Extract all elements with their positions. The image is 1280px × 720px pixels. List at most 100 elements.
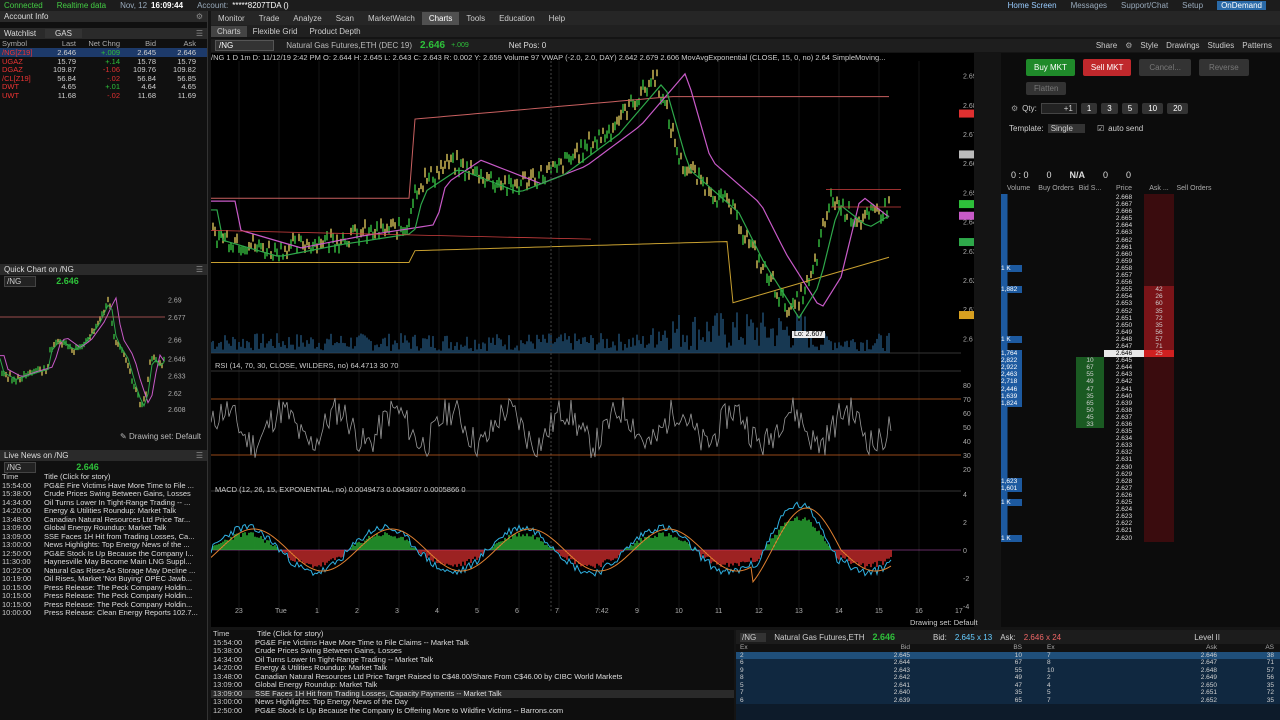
ladder-ask-size[interactable] (1144, 385, 1174, 393)
ladder-sell-orders[interactable] (1174, 393, 1214, 400)
ladder-row[interactable]: 2.657 (1001, 272, 1280, 280)
ladder-buy-orders[interactable] (1036, 492, 1076, 499)
news-item[interactable]: 10:19:00 Oil Rises, Market 'Not Buying' O… (0, 575, 207, 584)
ladder-buy-orders[interactable] (1036, 258, 1076, 265)
news-item[interactable]: 15:38:00 Crude Prices Swing Between Gains… (211, 647, 734, 656)
ladder-row[interactable]: 2.665 (1001, 215, 1280, 223)
ladder-sell-orders[interactable] (1174, 513, 1214, 520)
ladder-bid-size[interactable] (1076, 329, 1104, 336)
ladder-bid-size[interactable] (1076, 442, 1104, 449)
ladder-col-sell[interactable]: Sell Orders (1174, 185, 1214, 194)
news-col-title[interactable]: Title (Click for story) (44, 473, 110, 482)
ladder-buy-orders[interactable] (1036, 464, 1076, 471)
news-item[interactable]: 13:48:00 Canadian Natural Resources Ltd P… (211, 673, 734, 682)
ladder-sell-orders[interactable] (1174, 279, 1214, 286)
account-selector[interactable]: *****8207TDA () (232, 1, 288, 10)
ladder-row[interactable]: 45 2.637 (1001, 413, 1280, 421)
ladder-row[interactable]: 2.663 (1001, 229, 1280, 237)
bottom-news-col-time[interactable]: Time (211, 630, 255, 639)
ladder-buy-orders[interactable] (1036, 357, 1076, 364)
qty-1-button[interactable]: 1 (1080, 102, 1098, 114)
col-net-chng[interactable]: Net Chng (78, 39, 122, 48)
ladder-col-ask[interactable]: Ask ... (1144, 185, 1174, 194)
watchlist-selector[interactable]: GAS (45, 29, 82, 38)
ladder-ask-size[interactable] (1144, 257, 1174, 265)
watchlist-row[interactable]: UWT 11.68 -.02 11.68 11.69 (0, 91, 207, 100)
ladder-buy-orders[interactable] (1036, 251, 1076, 258)
ladder-bid-size[interactable] (1076, 194, 1104, 201)
ladder-buy-orders[interactable] (1036, 315, 1076, 322)
news-item[interactable]: 10:15:00 Press Release: The Peck Company … (0, 592, 207, 601)
level2-row[interactable]: 7 2.640 35 5 2.651 72 (736, 689, 1280, 697)
ladder-buy-orders[interactable] (1036, 265, 1076, 272)
menu-icon[interactable]: ☰ (196, 451, 207, 460)
ladder-ask-size[interactable] (1144, 470, 1174, 478)
ladder-buy-orders[interactable] (1036, 371, 1076, 378)
ladder-buy-orders[interactable] (1036, 386, 1076, 393)
tab-scan[interactable]: Scan (329, 12, 361, 25)
ladder-bid-size[interactable]: 50 (1076, 406, 1104, 414)
ladder-sell-orders[interactable] (1174, 499, 1214, 506)
ladder-buy-orders[interactable] (1036, 364, 1076, 371)
qty-20-button[interactable]: 20 (1167, 102, 1189, 114)
ladder-ask-size[interactable] (1144, 357, 1174, 365)
ladder-row[interactable]: 2.624 (1001, 506, 1280, 514)
ladder-row[interactable]: 2.632 (1001, 449, 1280, 457)
tab-help[interactable]: Help (542, 12, 572, 25)
ladder-row[interactable]: 2.633 (1001, 442, 1280, 450)
ladder-bid-size[interactable] (1076, 322, 1104, 329)
ladder-sell-orders[interactable] (1174, 520, 1214, 527)
ladder-bid-size[interactable]: 67 (1076, 364, 1104, 372)
ladder-ask-size[interactable] (1144, 449, 1174, 457)
ladder-buy-orders[interactable] (1036, 237, 1076, 244)
ladder-ask-size[interactable] (1144, 435, 1174, 443)
ladder-row[interactable]: 2.660 (1001, 250, 1280, 258)
ladder-row[interactable]: 2,463 55 2.643 (1001, 371, 1280, 379)
tab-marketwatch[interactable]: MarketWatch (361, 12, 422, 25)
ladder-sell-orders[interactable] (1174, 414, 1214, 421)
ladder-bid-size[interactable] (1076, 513, 1104, 520)
ladder-row[interactable]: 2.621 (1001, 527, 1280, 535)
news-item[interactable]: 14:34:00 Oil Turns Lower In Tight-Range T… (0, 499, 207, 508)
ladder-sell-orders[interactable] (1174, 357, 1214, 364)
ladder-ask-size[interactable] (1144, 229, 1174, 237)
ladder-row[interactable]: 2.666 (1001, 208, 1280, 216)
ladder-ask-size[interactable] (1144, 364, 1174, 372)
ladder-buy-orders[interactable] (1036, 414, 1076, 421)
ladder-ask-size[interactable] (1144, 378, 1174, 386)
ladder-sell-orders[interactable] (1174, 286, 1214, 293)
ladder-buy-orders[interactable] (1036, 201, 1076, 208)
ladder-ask-size[interactable] (1144, 506, 1174, 514)
ladder-ask-size[interactable] (1144, 371, 1174, 379)
ladder-ask-size[interactable] (1144, 222, 1174, 230)
buy-mkt-button[interactable]: Buy MKT (1026, 58, 1075, 76)
ladder-row[interactable]: 1 K 2.658 (1001, 264, 1280, 273)
watchlist-row[interactable]: DWT 4.65 +.01 4.64 4.65 (0, 82, 207, 91)
ladder-row[interactable]: 2.631 (1001, 456, 1280, 464)
ladder-sell-orders[interactable] (1174, 421, 1214, 428)
news-item[interactable]: 10:00:00 Press Release: Clean Energy Repo… (0, 609, 207, 618)
ladder-bid-size[interactable]: 55 (1076, 371, 1104, 379)
qty-10-button[interactable]: 10 (1142, 102, 1164, 114)
ladder-bid-size[interactable] (1076, 265, 1104, 272)
ladder-ask-size[interactable]: 25 (1144, 350, 1174, 358)
news-item[interactable]: 13:00:00 News Highlights: Top Energy News… (211, 698, 734, 707)
ladder-ask-size[interactable] (1144, 499, 1174, 507)
ladder-bid-size[interactable] (1076, 215, 1104, 222)
news-item[interactable]: 14:34:00 Oil Turns Lower In Tight-Range T… (211, 656, 734, 665)
ladder-bid-size[interactable] (1076, 308, 1104, 315)
ladder-row[interactable]: 2,922 67 2.644 (1001, 364, 1280, 372)
ladder-bid-size[interactable] (1076, 485, 1104, 492)
price-chart-canvas[interactable]: 2.692.682.672.662.652.642.632.622.612.68… (210, 53, 981, 627)
ladder-sell-orders[interactable] (1174, 442, 1214, 449)
ladder-ask-size[interactable] (1144, 491, 1174, 500)
tab-analyze[interactable]: Analyze (286, 12, 328, 25)
ladder-row[interactable]: 1,764 2.646 25 (1001, 350, 1280, 358)
ladder-sell-orders[interactable] (1174, 343, 1214, 350)
account-info-header[interactable]: Account Info ⚙ (0, 11, 207, 22)
ladder-col-buy[interactable]: Buy Orders (1036, 185, 1076, 194)
ladder-ask-size[interactable] (1144, 201, 1174, 209)
ladder-ask-size[interactable] (1144, 272, 1174, 280)
ladder-ask-size[interactable] (1144, 413, 1174, 421)
news-item[interactable]: 10:15:00 Press Release: The Peck Company … (0, 584, 207, 593)
